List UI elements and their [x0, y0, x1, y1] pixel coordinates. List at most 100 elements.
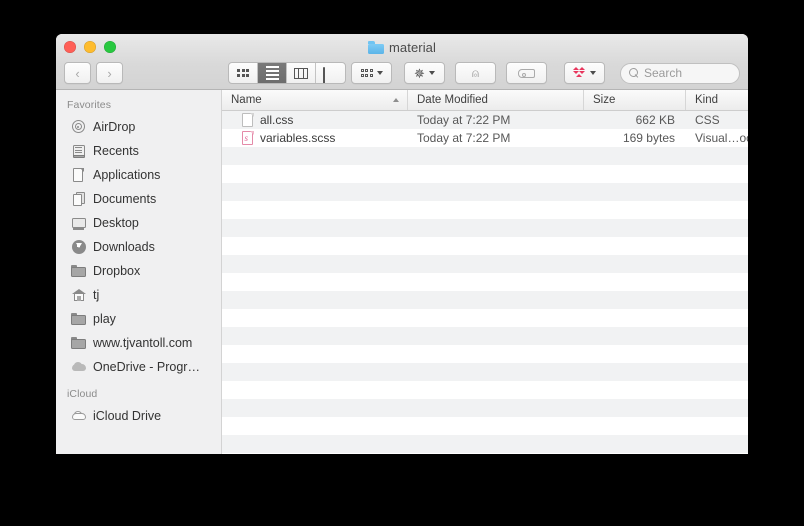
empty-row[interactable] [222, 201, 748, 219]
arrange-by-button[interactable] [351, 62, 392, 84]
airdrop-icon [71, 120, 86, 135]
file-rows: all.css Today at 7:22 PM 662 KB CSS s va… [222, 111, 748, 454]
back-button[interactable]: ‹ [64, 62, 91, 84]
empty-row[interactable] [222, 219, 748, 237]
toolbar: ‹ › ✵ ⍝ Search [56, 56, 748, 90]
table-row[interactable]: s variables.scss Today at 7:22 PM 169 by… [222, 129, 748, 147]
file-kind-cell: CSS [695, 113, 720, 127]
grid-icon [237, 69, 249, 77]
column-header-size[interactable]: Size [584, 90, 686, 110]
sidebar-item-label: OneDrive - Progr… [93, 360, 200, 374]
file-size-cell: 169 bytes [622, 131, 675, 145]
view-mode-group [228, 62, 346, 84]
window-body: Favorites AirDrop Recents Applications D… [56, 90, 748, 454]
sidebar-item-label: play [93, 312, 116, 326]
sidebar-item-label: Applications [93, 168, 161, 182]
empty-row[interactable] [222, 309, 748, 327]
sidebar-item-dropbox[interactable]: Dropbox [56, 259, 221, 283]
file-list[interactable]: Name Date Modified Size Kind all.css Tod… [222, 90, 748, 454]
folder-icon [71, 336, 86, 351]
title-bar[interactable]: material ‹ › ✵ ⍝ Search [56, 34, 748, 90]
column-header-kind[interactable]: Kind [686, 90, 748, 110]
sidebar[interactable]: Favorites AirDrop Recents Applications D… [56, 90, 222, 454]
empty-row[interactable] [222, 255, 748, 273]
home-icon [71, 288, 86, 303]
share-icon: ⍝ [471, 66, 480, 80]
share-button[interactable]: ⍝ [455, 62, 496, 84]
file-name-cell: all.css [222, 113, 408, 127]
file-name: all.css [260, 113, 294, 127]
cloud-icon [71, 360, 86, 375]
empty-row[interactable] [222, 327, 748, 345]
empty-row[interactable] [222, 273, 748, 291]
sidebar-item-recents[interactable]: Recents [56, 139, 221, 163]
column-header-name[interactable]: Name [222, 90, 408, 110]
sidebar-item-label: Desktop [93, 216, 139, 230]
empty-row[interactable] [222, 435, 748, 453]
sidebar-item-downloads[interactable]: Downloads [56, 235, 221, 259]
applications-icon [71, 168, 86, 183]
gallery-view-button[interactable] [316, 63, 345, 83]
empty-row[interactable] [222, 453, 748, 454]
sidebar-section-favorites-header: Favorites [67, 99, 112, 111]
gear-icon: ✵ [414, 65, 425, 81]
sidebar-item-desktop[interactable]: Desktop [56, 211, 221, 235]
desktop-icon [71, 216, 86, 231]
file-kind-cell: Visual…oc [695, 131, 748, 145]
column-header-label: Date Modified [417, 94, 488, 106]
chevron-right-icon: › [107, 65, 112, 81]
icon-view-button[interactable] [229, 63, 258, 83]
sidebar-item-label: tj [93, 288, 100, 302]
sidebar-item-tj[interactable]: tj [56, 283, 221, 307]
navigation-group: ‹ › [64, 62, 123, 84]
sidebar-item-label: www.tjvantoll.com [93, 336, 193, 350]
downloads-icon [71, 240, 86, 255]
table-row[interactable]: all.css Today at 7:22 PM 662 KB CSS [222, 111, 748, 129]
list-icon [265, 66, 279, 80]
sidebar-item-label: Documents [93, 192, 157, 206]
tag-button[interactable] [506, 62, 547, 84]
finder-window: material ‹ › ✵ ⍝ Search Favorites AirDro… [56, 34, 748, 454]
column-header-label: Kind [695, 94, 719, 106]
sidebar-item-applications[interactable]: Applications [56, 163, 221, 187]
list-view-button[interactable] [258, 63, 287, 83]
gallery-icon [323, 66, 338, 83]
folder-icon [71, 264, 86, 279]
sidebar-item-website[interactable]: www.tjvantoll.com [56, 331, 221, 355]
sidebar-item-play[interactable]: play [56, 307, 221, 331]
dropbox-button[interactable] [564, 62, 605, 84]
chevron-down-icon [376, 71, 383, 75]
empty-row[interactable] [222, 147, 748, 165]
sidebar-item-documents[interactable]: Documents [56, 187, 221, 211]
empty-row[interactable] [222, 345, 748, 363]
sidebar-item-onedrive[interactable]: OneDrive - Progr… [56, 355, 221, 379]
search-field[interactable]: Search [620, 62, 740, 84]
empty-row[interactable] [222, 381, 748, 399]
empty-row[interactable] [222, 363, 748, 381]
sort-ascending-icon [393, 98, 399, 102]
column-view-button[interactable] [287, 63, 316, 83]
arrange-group [351, 62, 392, 84]
empty-row[interactable] [222, 417, 748, 435]
empty-row[interactable] [222, 183, 748, 201]
sidebar-item-icloud-drive[interactable]: iCloud Drive [56, 404, 221, 428]
action-group: ✵ ⍝ [404, 62, 547, 84]
sidebar-item-airdrop[interactable]: AirDrop [56, 115, 221, 139]
documents-icon [71, 192, 86, 207]
empty-row[interactable] [222, 165, 748, 183]
sidebar-item-label: Recents [93, 144, 139, 158]
folder-icon [71, 312, 86, 327]
empty-row[interactable] [222, 291, 748, 309]
cloud-outline-icon [71, 409, 86, 424]
sidebar-item-label: AirDrop [93, 120, 136, 134]
search-icon [629, 68, 639, 78]
empty-row[interactable] [222, 237, 748, 255]
empty-row[interactable] [222, 399, 748, 417]
column-headers: Name Date Modified Size Kind [222, 90, 748, 111]
sidebar-item-label: iCloud Drive [93, 409, 162, 423]
column-header-date-modified[interactable]: Date Modified [408, 90, 584, 110]
sidebar-item-label: Dropbox [93, 264, 141, 278]
action-menu-button[interactable]: ✵ [404, 62, 445, 84]
forward-button[interactable]: › [96, 62, 123, 84]
columns-icon [294, 67, 308, 79]
